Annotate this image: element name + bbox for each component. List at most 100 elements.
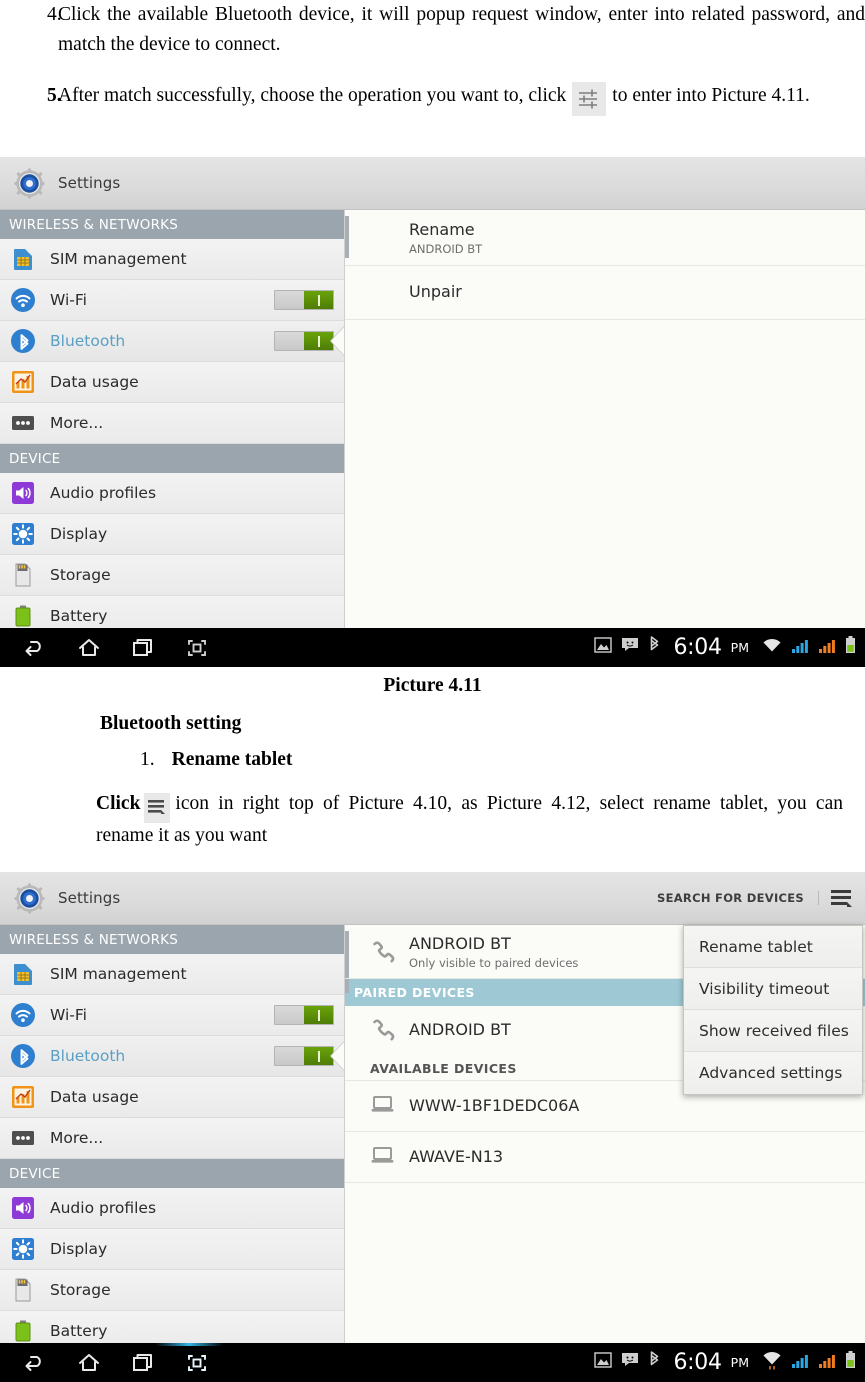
home-icon[interactable] (76, 1350, 102, 1376)
sidebar-item-wifi[interactable]: Wi-Fi (0, 995, 344, 1036)
settings-sidebar-1: WIRELESS & NETWORKS SIM management Wi-Fi… (0, 210, 345, 628)
sidebar-item-label: Data usage (50, 373, 139, 391)
settings-gear-icon (14, 167, 45, 199)
home-icon[interactable] (76, 635, 102, 661)
sidebar-item-label: SIM management (50, 250, 187, 268)
wifi-toggle[interactable] (274, 1005, 334, 1025)
settings-body-2: WIRELESS & NETWORKS SIM management Wi-Fi… (0, 925, 865, 1343)
sidebar-item-storage[interactable]: Storage (0, 555, 344, 596)
menu-item-show-received-files[interactable]: Show received files (684, 1010, 862, 1052)
signal-bars-orange-icon (818, 637, 836, 659)
sidebar-item-battery[interactable]: Battery (0, 596, 344, 628)
screenshot-icon[interactable] (184, 635, 210, 661)
doc-step-4-number: 4. (47, 4, 62, 25)
doc-step-5-text: After match successfully, choose the ope… (58, 81, 865, 116)
android-navbar-1: 6:04 PM (0, 628, 865, 667)
sidebar-section-header-wireless: WIRELESS & NETWORKS (0, 925, 344, 954)
bluetooth-action-unpair[interactable]: Unpair (345, 266, 865, 320)
recents-icon[interactable] (130, 635, 156, 661)
sliders-settings-icon (572, 81, 607, 116)
more-dots-icon (10, 410, 36, 436)
sidebar-item-label: Audio profiles (50, 1199, 157, 1217)
clock-time: 6:04 (673, 1350, 722, 1375)
sidebar-item-label: Wi-Fi (50, 291, 87, 309)
sidebar-item-data-usage[interactable]: Data usage (0, 1077, 344, 1118)
search-for-devices-button[interactable]: SEARCH FOR DEVICES (647, 891, 819, 905)
navbar-status-2: 6:04 PM (594, 1350, 865, 1375)
toggle-off-half (275, 332, 304, 350)
bluetooth-icon (10, 1043, 36, 1069)
settings-action-bar-2: Settings SEARCH FOR DEVICES (0, 872, 865, 925)
row-subtitle: ANDROID BT (409, 242, 483, 256)
image-icon (594, 1352, 613, 1373)
toggle-off-half (275, 1047, 304, 1065)
wifi-toggle[interactable] (274, 290, 334, 310)
message-icon (621, 637, 639, 658)
sidebar-item-label: Data usage (50, 1088, 139, 1106)
wifi-icon (762, 1351, 782, 1375)
speaker-icon (10, 480, 36, 506)
sidebar-item-battery[interactable]: Battery (0, 1311, 344, 1343)
toggle-on-half (304, 1006, 333, 1024)
sidebar-item-sim-management[interactable]: SIM management (0, 239, 344, 280)
row-title: Rename (409, 220, 475, 239)
sidebar-item-more[interactable]: More... (0, 1118, 344, 1159)
screenshot-icon[interactable] (184, 1350, 210, 1376)
wifi-icon (10, 1002, 36, 1028)
menu-item-advanced-settings[interactable]: Advanced settings (684, 1052, 862, 1094)
brightness-icon (10, 1236, 36, 1262)
sd-card-icon (10, 562, 36, 588)
settings-gear-icon (14, 882, 45, 914)
sidebar-item-label: Audio profiles (50, 484, 157, 502)
figure-caption-1: Picture 4.11 (383, 675, 482, 696)
phone-icon (370, 940, 398, 964)
toggle-off-half (275, 1006, 304, 1024)
laptop-icon (370, 1145, 398, 1169)
sidebar-item-more[interactable]: More... (0, 403, 344, 444)
navbar-status-1: 6:04 PM (594, 635, 865, 660)
overflow-dropdown-menu: Rename tablet Visibility timeout Show re… (683, 925, 863, 1095)
row-title: Unpair (409, 282, 462, 301)
sd-card-icon (10, 1277, 36, 1303)
navbar-buttons-2 (0, 1350, 210, 1376)
toggle-on-half (304, 291, 333, 309)
menu-item-visibility-timeout[interactable]: Visibility timeout (684, 968, 862, 1010)
bluetooth-action-rename[interactable]: Rename ANDROID BT (345, 210, 865, 266)
sidebar-item-display[interactable]: Display (0, 1229, 344, 1270)
sidebar-item-label: More... (50, 414, 104, 432)
sidebar-item-audio-profiles[interactable]: Audio profiles (0, 473, 344, 514)
recents-icon[interactable] (130, 1350, 156, 1376)
android-screenshot-picture-4-11: Settings WIRELESS & NETWORKS SIM managem… (0, 157, 865, 667)
doc-step-5: 5. After match successfully, choose the … (0, 81, 865, 116)
sidebar-item-label: Storage (50, 566, 111, 584)
sidebar-item-wifi[interactable]: Wi-Fi (0, 280, 344, 321)
available-device-row[interactable]: AWAVE-N13 (345, 1132, 865, 1183)
menu-item-rename-tablet[interactable]: Rename tablet (684, 926, 862, 968)
android-navbar-2: 6:04 PM (0, 1343, 865, 1382)
sidebar-item-data-usage[interactable]: Data usage (0, 362, 344, 403)
action-bar-title: Settings (58, 889, 121, 907)
overflow-menu-icon[interactable] (819, 872, 865, 924)
sidebar-item-sim-management[interactable]: SIM management (0, 954, 344, 995)
sidebar-item-label: Battery (50, 607, 108, 625)
sidebar-item-display[interactable]: Display (0, 514, 344, 555)
sidebar-item-label: Battery (50, 1322, 108, 1340)
sidebar-item-storage[interactable]: Storage (0, 1270, 344, 1311)
navbar-buttons-1 (0, 635, 210, 661)
signal-bars-blue-icon (791, 637, 809, 659)
row-title: AWAVE-N13 (409, 1147, 504, 1166)
back-icon[interactable] (22, 635, 48, 661)
toggle-off-half (275, 291, 304, 309)
sidebar-item-audio-profiles[interactable]: Audio profiles (0, 1188, 344, 1229)
data-usage-icon (10, 1084, 36, 1110)
bluetooth-toggle[interactable] (274, 331, 334, 351)
sidebar-item-bluetooth[interactable]: Bluetooth (0, 1036, 344, 1077)
speaker-icon (10, 1195, 36, 1221)
back-icon[interactable] (22, 1350, 48, 1376)
settings-body-1: WIRELESS & NETWORKS SIM management Wi-Fi… (0, 210, 865, 628)
sidebar-item-label: More... (50, 1129, 104, 1147)
bluetooth-toggle[interactable] (274, 1046, 334, 1066)
sidebar-item-bluetooth[interactable]: Bluetooth (0, 321, 344, 362)
doc-step-4-text: Click the available Bluetooth device, it… (58, 4, 865, 55)
signal-bars-blue-icon (791, 1352, 809, 1374)
